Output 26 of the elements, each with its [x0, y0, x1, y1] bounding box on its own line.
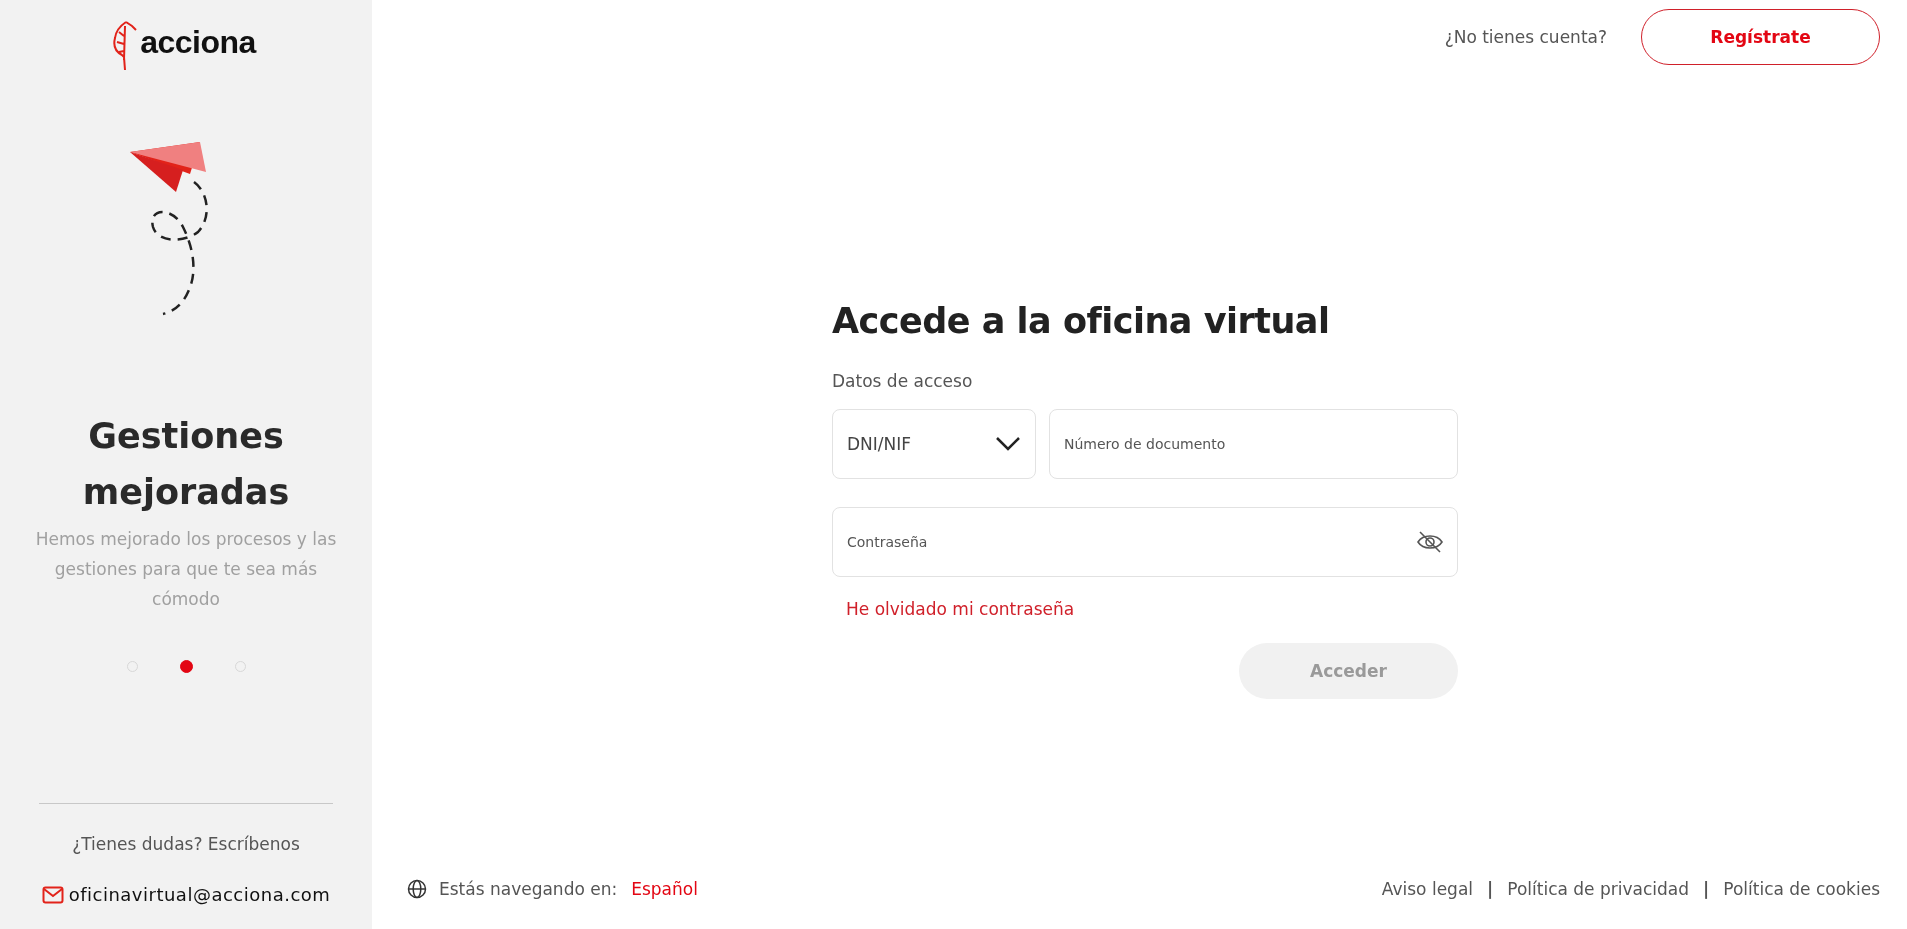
- link-separator: |: [1703, 879, 1710, 899]
- page-title: Accede a la oficina virtual: [832, 301, 1331, 341]
- carousel-dot[interactable]: [179, 660, 193, 673]
- help-text: ¿Tienes dudas? Escríbenos: [72, 834, 300, 854]
- leaf-icon: [112, 20, 139, 72]
- document-number-field[interactable]: Número de documento: [1049, 409, 1458, 479]
- no-account-text: ¿No tienes cuenta?: [1444, 27, 1607, 47]
- slide-title: Gestiones mejoradas: [81, 415, 291, 514]
- section-label: Datos de acceso: [832, 371, 974, 391]
- eye-slash-icon[interactable]: [1416, 530, 1444, 554]
- language-link[interactable]: Español: [631, 879, 698, 899]
- chevron-down-icon: [995, 436, 1021, 452]
- language-label: Estás navegando en:: [439, 879, 618, 899]
- footer-link[interactable]: Aviso legal: [1381, 879, 1474, 899]
- register-button[interactable]: Regístrate: [1641, 9, 1880, 65]
- link-separator: |: [1487, 879, 1494, 899]
- footer-link[interactable]: Política de cookies: [1723, 879, 1880, 899]
- forgot-password-link[interactable]: He olvidado mi contraseña: [846, 599, 1458, 619]
- mail-icon: [41, 885, 64, 904]
- acciona-logo[interactable]: acciona: [112, 20, 256, 72]
- document-type-dropdown[interactable]: DNI/NIF: [832, 409, 1036, 479]
- email-link[interactable]: oficinavirtual@acciona.com: [68, 884, 331, 905]
- slide-description: Hemos mejorado los procesos y las gestiones para que te sea más cómodo: [34, 528, 338, 611]
- footer-link[interactable]: Política de privacidad: [1507, 879, 1690, 899]
- password-field[interactable]: Contraseña: [832, 507, 1458, 577]
- globe-icon: [407, 879, 427, 899]
